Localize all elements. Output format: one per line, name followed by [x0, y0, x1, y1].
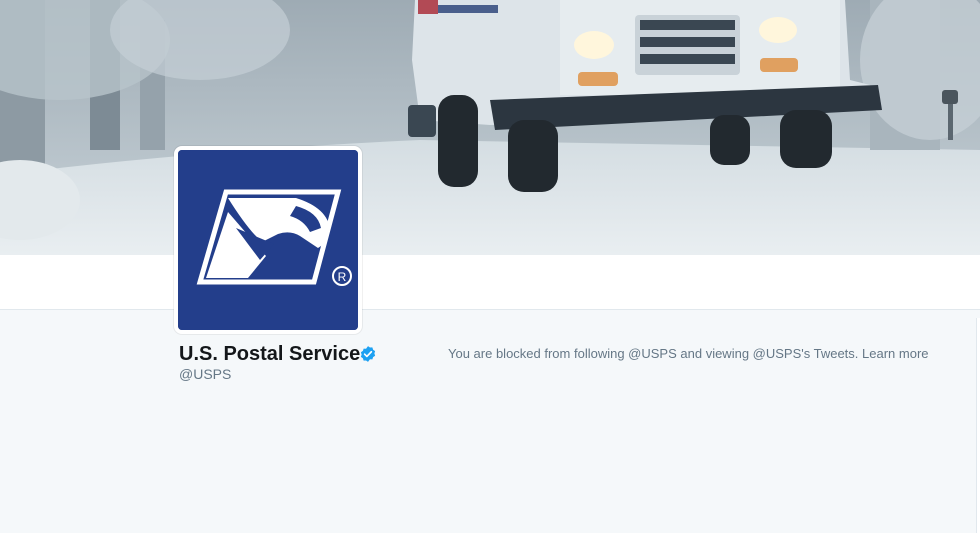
blocked-notice-text: You are blocked from following @USPS and… [448, 346, 863, 361]
profile-nav-bar [0, 255, 980, 310]
usps-eagle-logo-icon: R [178, 150, 358, 330]
blocked-notice: You are blocked from following @USPS and… [448, 346, 929, 362]
svg-text:R: R [338, 270, 347, 284]
verified-badge-icon [359, 345, 377, 363]
profile-banner-image [0, 0, 980, 255]
learn-more-link[interactable]: Learn more [862, 346, 928, 361]
right-column-edge [976, 318, 980, 533]
profile-avatar[interactable]: R [174, 146, 362, 334]
profile-screen-name[interactable]: @USPS [179, 366, 231, 382]
profile-name[interactable]: U.S. Postal Service [179, 343, 360, 365]
